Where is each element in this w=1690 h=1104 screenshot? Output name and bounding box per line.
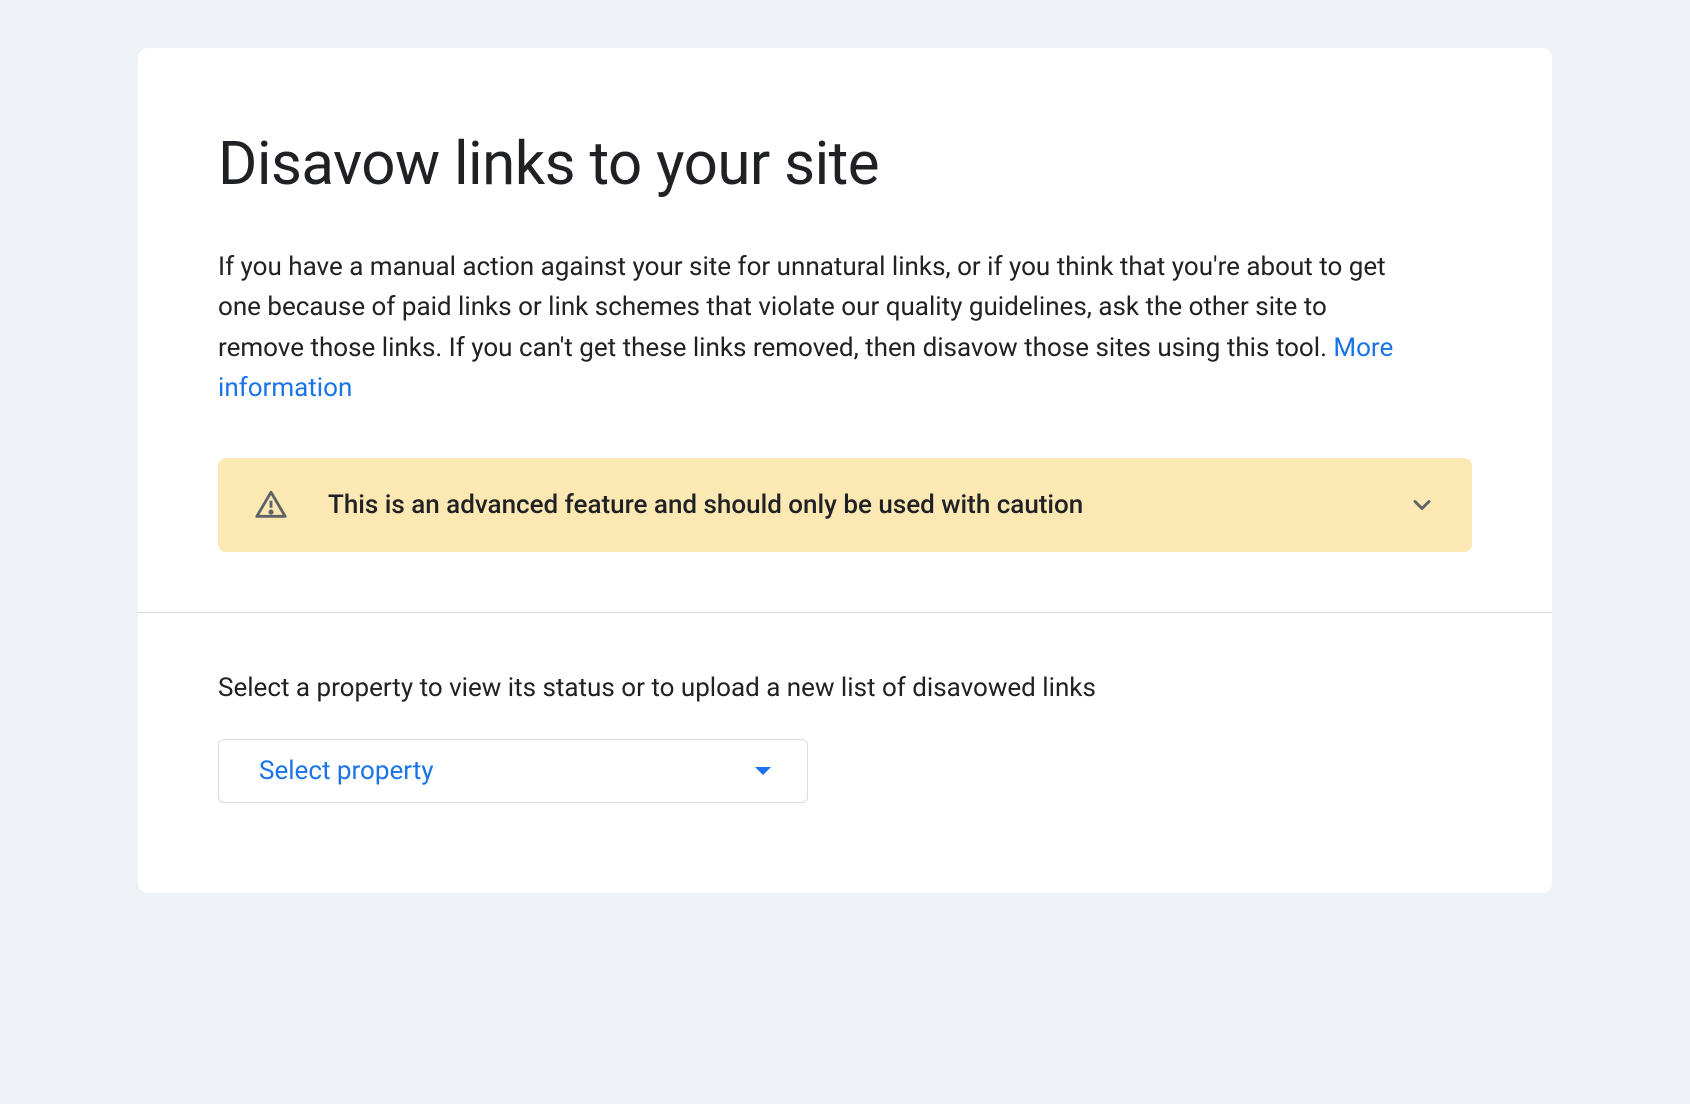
warning-text: This is an advanced feature and should o… bbox=[328, 490, 1368, 520]
select-property-label: Select a property to view its status or … bbox=[218, 673, 1472, 703]
page-title: Disavow links to your site bbox=[218, 128, 1472, 199]
dropdown-selected-label: Select property bbox=[259, 756, 434, 786]
select-section: Select a property to view its status or … bbox=[138, 613, 1552, 893]
property-dropdown[interactable]: Select property bbox=[218, 739, 808, 803]
content-section: Disavow links to your site If you have a… bbox=[138, 48, 1552, 612]
chevron-down-icon bbox=[1408, 491, 1436, 519]
description-text: If you have a manual action against your… bbox=[218, 252, 1386, 363]
page-description: If you have a manual action against your… bbox=[218, 247, 1408, 408]
caret-down-icon bbox=[755, 767, 771, 775]
warning-triangle-icon bbox=[254, 488, 288, 522]
warning-banner[interactable]: This is an advanced feature and should o… bbox=[218, 458, 1472, 552]
main-card: Disavow links to your site If you have a… bbox=[138, 48, 1552, 893]
